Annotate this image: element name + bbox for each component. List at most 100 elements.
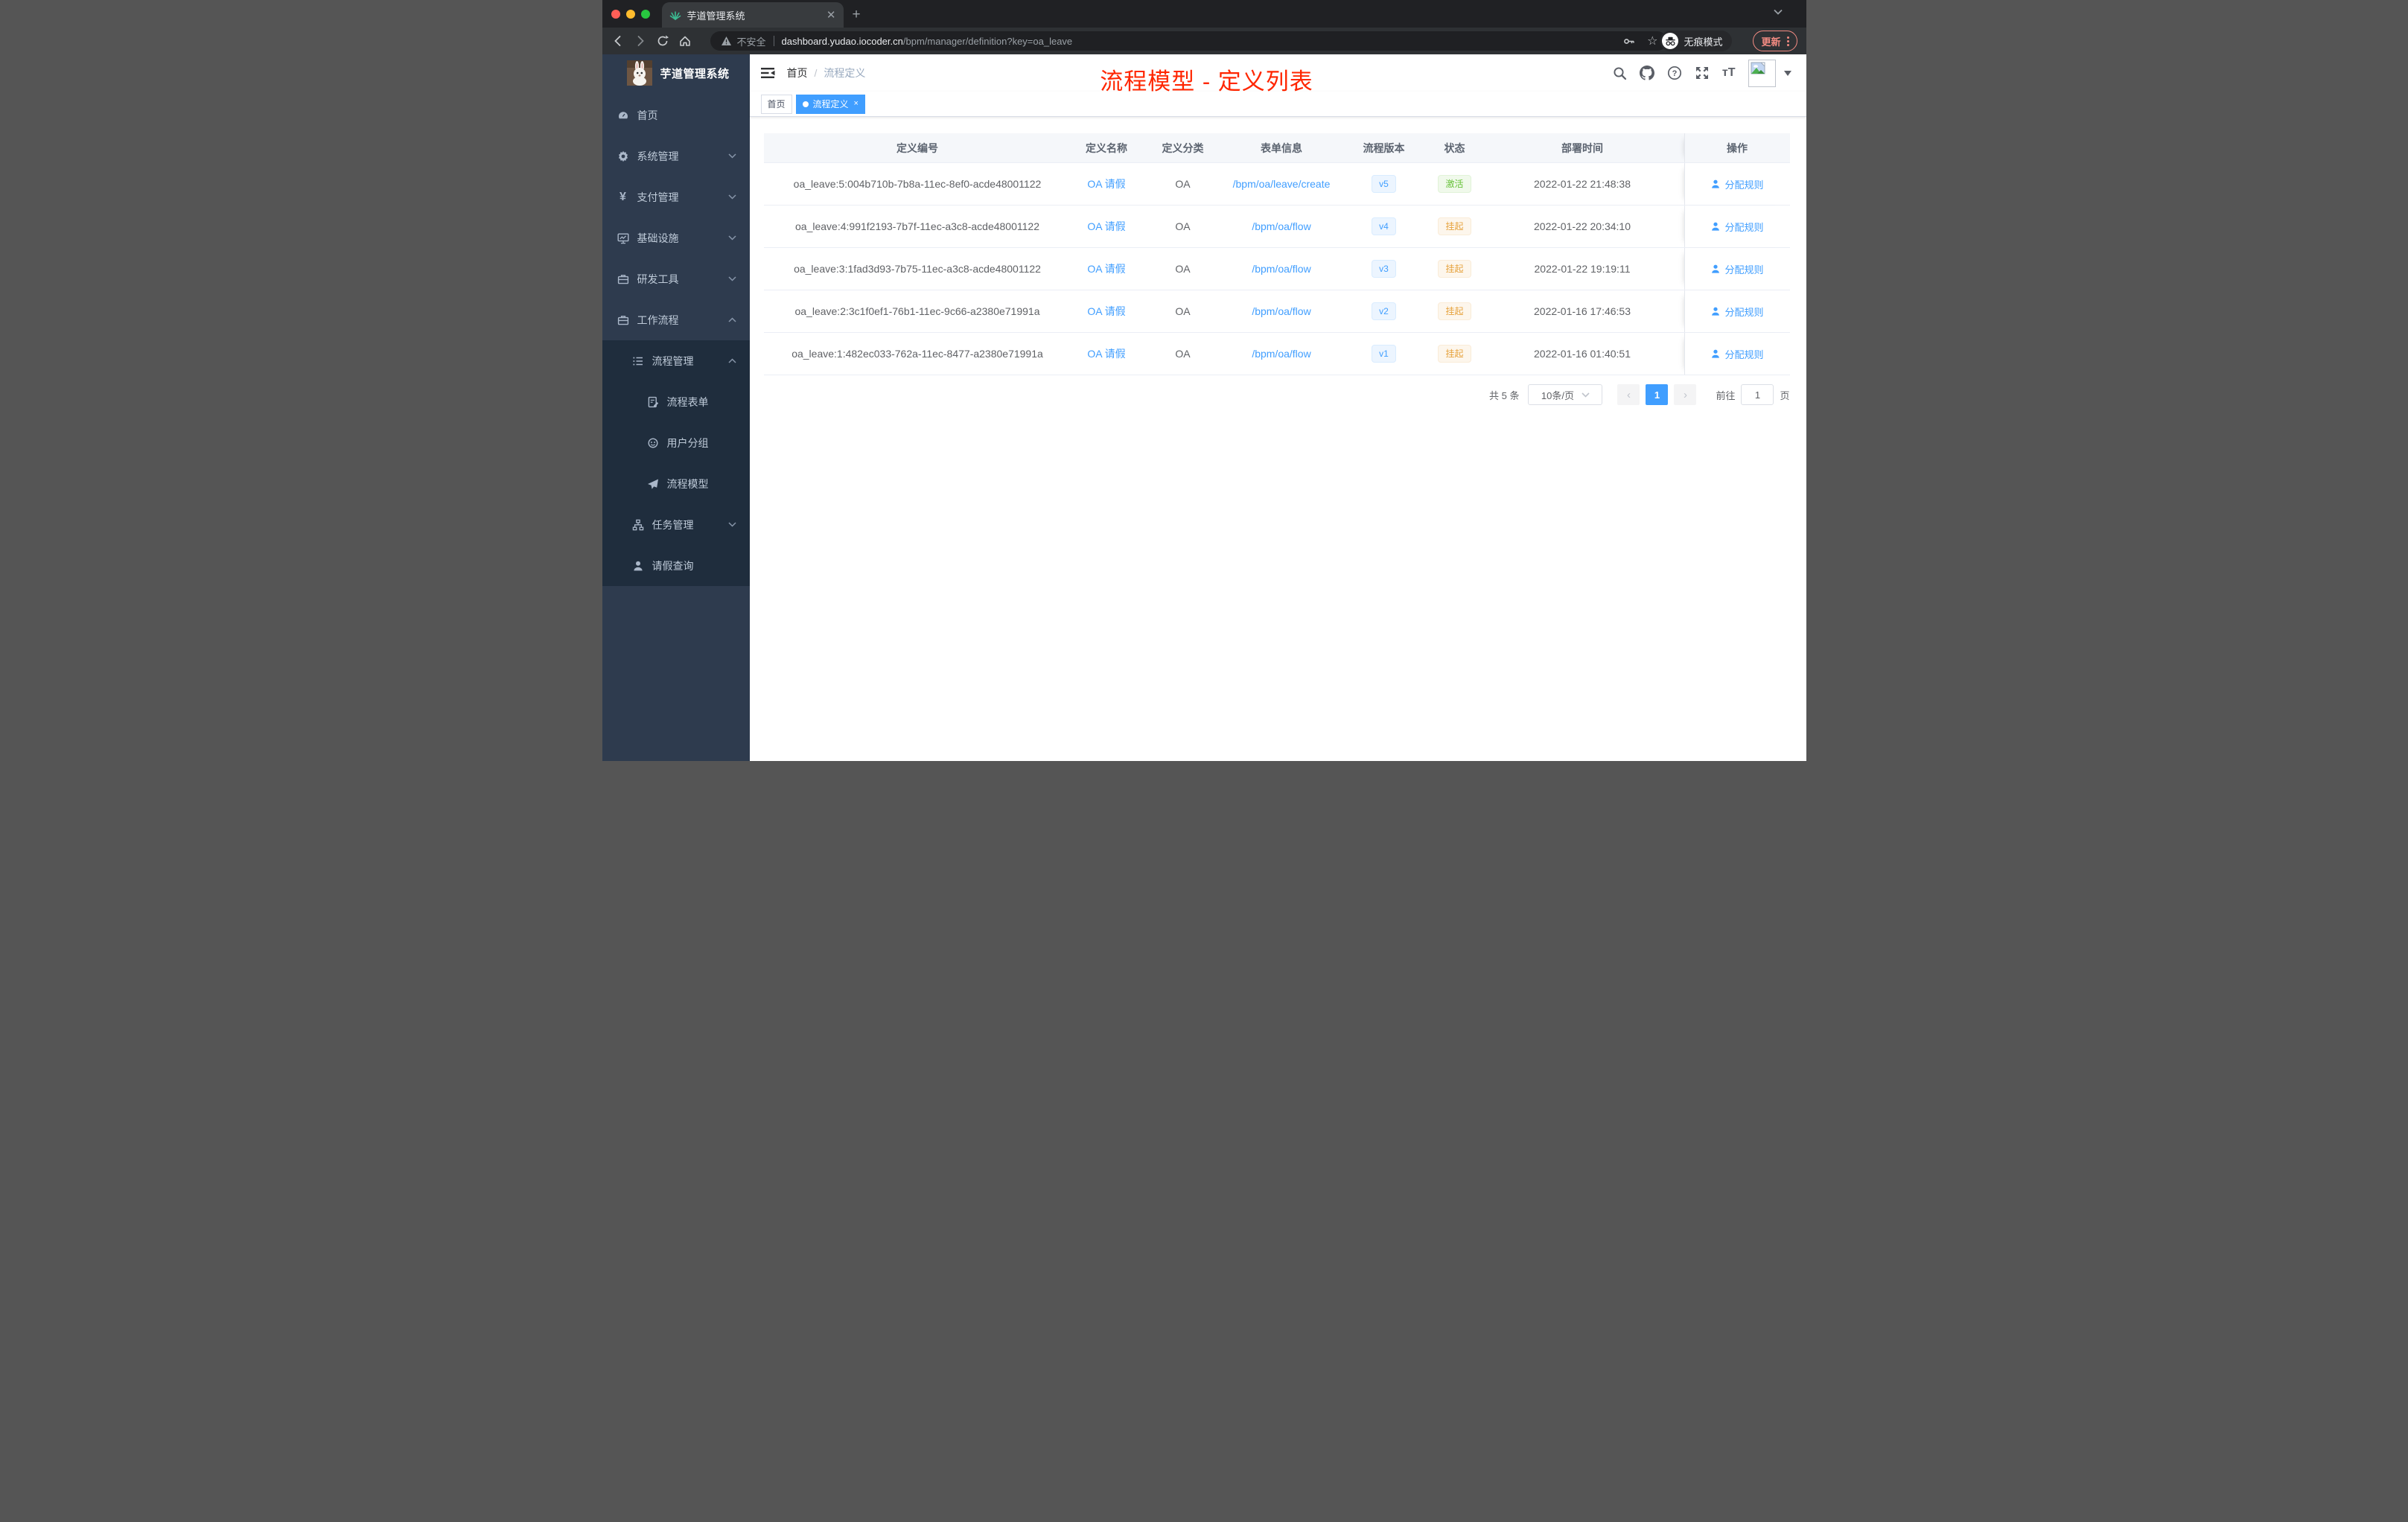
- browser-toolbar: 不安全 dashboard.yudao.iocoder.cn/bpm/manag…: [602, 28, 1806, 54]
- help-icon[interactable]: ?: [1667, 66, 1682, 80]
- version-badge: v4: [1372, 217, 1396, 235]
- usergroup-icon: [647, 437, 659, 449]
- forward-icon[interactable]: [634, 34, 647, 48]
- definition-name-link[interactable]: OA 请假: [1087, 304, 1125, 319]
- breadcrumb-separator: /: [814, 67, 818, 79]
- sidebar-item-label: 系统管理: [637, 150, 679, 162]
- assign-rule-link[interactable]: 分配规则: [1710, 177, 1764, 191]
- avatar[interactable]: [1748, 59, 1776, 87]
- table-row: oa_leave:4:991f2193-7b7f-11ec-a3c8-acde4…: [763, 206, 1790, 248]
- form-link[interactable]: /bpm/oa/flow: [1252, 348, 1310, 360]
- assign-rule-link[interactable]: 分配规则: [1710, 305, 1764, 319]
- url-path: /bpm/manager/definition?key=oa_leave: [902, 35, 1073, 47]
- breadcrumb-home[interactable]: 首页: [787, 66, 808, 80]
- table-row: oa_leave:2:3c1f0ef1-76b1-11ec-9c66-a2380…: [763, 290, 1790, 333]
- tag-home[interactable]: 首页: [760, 94, 792, 114]
- assign-rule-link[interactable]: 分配规则: [1710, 262, 1764, 276]
- sidebar-item-3[interactable]: 基础设施: [602, 217, 750, 258]
- column-header-4: 流程版本: [1363, 141, 1405, 154]
- cell-definition-id: oa_leave:3:1fad3d93-7b75-11ec-a3c8-acde4…: [794, 263, 1041, 275]
- goto-page-input[interactable]: [1741, 384, 1774, 405]
- cell-category: OA: [1175, 305, 1191, 317]
- dashboard-icon: [617, 109, 629, 121]
- github-icon[interactable]: [1639, 66, 1654, 80]
- tab-close-icon[interactable]: ✕: [826, 10, 836, 21]
- tab-search-chevron-icon[interactable]: [1773, 9, 1783, 15]
- definition-name-link[interactable]: OA 请假: [1087, 346, 1125, 361]
- definition-name-link[interactable]: OA 请假: [1087, 219, 1125, 234]
- cell-deploy-time: 2022-01-22 19:19:11: [1534, 263, 1631, 275]
- next-page-button[interactable]: ›: [1674, 384, 1697, 405]
- zoom-window-button[interactable]: [640, 10, 650, 19]
- back-icon[interactable]: [611, 34, 625, 48]
- browser-menu-kebab-icon[interactable]: [1786, 36, 1789, 46]
- key-icon[interactable]: [1622, 35, 1635, 48]
- assign-rule-link[interactable]: 分配规则: [1710, 220, 1764, 234]
- reload-icon[interactable]: [656, 34, 669, 48]
- sidebar-logo[interactable]: 芋道管理系统: [602, 54, 750, 92]
- sidebar-item-2[interactable]: ¥ 支付管理: [602, 176, 750, 217]
- user-icon: [1710, 348, 1721, 359]
- definition-name-link[interactable]: OA 请假: [1087, 176, 1125, 191]
- page-content: 定义编号 定义名称 定义分类 表单信息 流程版本 状态 部署时间 操作 oa_leave:5:…: [749, 117, 1806, 761]
- sidebar-item-5[interactable]: 工作流程: [602, 299, 750, 340]
- home-icon[interactable]: [678, 34, 692, 48]
- chevron-down-icon: [727, 153, 736, 159]
- font-size-icon[interactable]: тT: [1722, 66, 1736, 80]
- list-icon: [632, 355, 644, 367]
- sidebar-item-7[interactable]: 流程表单: [602, 381, 750, 422]
- sidebar-item-11[interactable]: 请假查询: [602, 545, 750, 586]
- sidebar-item-8[interactable]: 用户分组: [602, 422, 750, 463]
- svg-text:?: ?: [1672, 69, 1678, 78]
- sidebar-item-6[interactable]: 流程管理: [602, 340, 750, 381]
- update-button[interactable]: 更新: [1753, 31, 1797, 51]
- minimize-window-button[interactable]: [625, 10, 635, 19]
- table-body: oa_leave:5:004b710b-7b8a-11ec-8ef0-acde4…: [763, 163, 1790, 375]
- close-window-button[interactable]: [611, 10, 620, 19]
- sidebar-item-4[interactable]: 研发工具: [602, 258, 750, 299]
- form-link[interactable]: /bpm/oa/flow: [1252, 305, 1310, 317]
- incognito-icon: [1662, 33, 1679, 49]
- page-number-button[interactable]: 1: [1646, 384, 1669, 405]
- fullscreen-icon[interactable]: [1695, 66, 1710, 80]
- sidebar-item-0[interactable]: 首页: [602, 95, 750, 136]
- sidebar-collapse-icon[interactable]: [750, 66, 787, 80]
- definition-name-link[interactable]: OA 请假: [1087, 261, 1125, 276]
- page-unit-label: 页: [1780, 389, 1790, 401]
- incognito-badge: 无痕模式: [1660, 31, 1732, 51]
- form-link[interactable]: /bpm/oa/leave/create: [1233, 178, 1331, 190]
- warning-triangle-icon[interactable]: [721, 36, 732, 46]
- page-size-select[interactable]: 10条/页: [1528, 384, 1603, 405]
- bookmark-star-icon[interactable]: ☆: [1647, 34, 1657, 48]
- tag-close-icon[interactable]: ×: [854, 100, 859, 108]
- cell-deploy-time: 2022-01-22 20:34:10: [1534, 220, 1631, 232]
- sidebar-item-label: 首页: [637, 109, 658, 121]
- tag-process-definition[interactable]: 流程定义 ×: [795, 94, 865, 114]
- version-badge: v1: [1372, 345, 1396, 363]
- address-bar[interactable]: 不安全 dashboard.yudao.iocoder.cn/bpm/manag…: [710, 31, 1667, 51]
- url-host: dashboard.yudao.iocoder.cn: [781, 35, 903, 47]
- status-badge: 挂起: [1438, 260, 1471, 278]
- sidebar-item-1[interactable]: 系统管理: [602, 136, 750, 176]
- cell-definition-id: oa_leave:2:3c1f0ef1-76b1-11ec-9c66-a2380…: [794, 305, 1040, 317]
- prev-page-button[interactable]: ‹: [1617, 384, 1640, 405]
- assign-rule-link[interactable]: 分配规则: [1710, 347, 1764, 361]
- avatar-caret-icon[interactable]: [1783, 70, 1791, 76]
- incognito-label: 无痕模式: [1684, 36, 1723, 48]
- browser-tab[interactable]: 芋道管理系统 ✕: [661, 2, 844, 28]
- sidebar-item-9[interactable]: 流程模型: [602, 463, 750, 504]
- sidebar-item-label: 流程管理: [652, 354, 694, 367]
- new-tab-button[interactable]: +: [853, 7, 861, 23]
- cell-category: OA: [1175, 220, 1191, 232]
- version-badge: v5: [1372, 175, 1396, 193]
- user-icon: [1710, 179, 1721, 189]
- sidebar-item-label: 流程表单: [666, 395, 709, 408]
- form-link[interactable]: /bpm/oa/flow: [1252, 263, 1310, 275]
- table-header-row: 定义编号 定义名称 定义分类 表单信息 流程版本 状态 部署时间 操作: [763, 133, 1790, 163]
- security-label[interactable]: 不安全: [737, 34, 766, 48]
- sidebar-item-label: 流程模型: [666, 477, 709, 490]
- form-link[interactable]: /bpm/oa/flow: [1252, 220, 1310, 232]
- gear-icon: [617, 150, 629, 162]
- sidebar-item-10[interactable]: 任务管理: [602, 504, 750, 545]
- search-icon[interactable]: [1613, 66, 1627, 80]
